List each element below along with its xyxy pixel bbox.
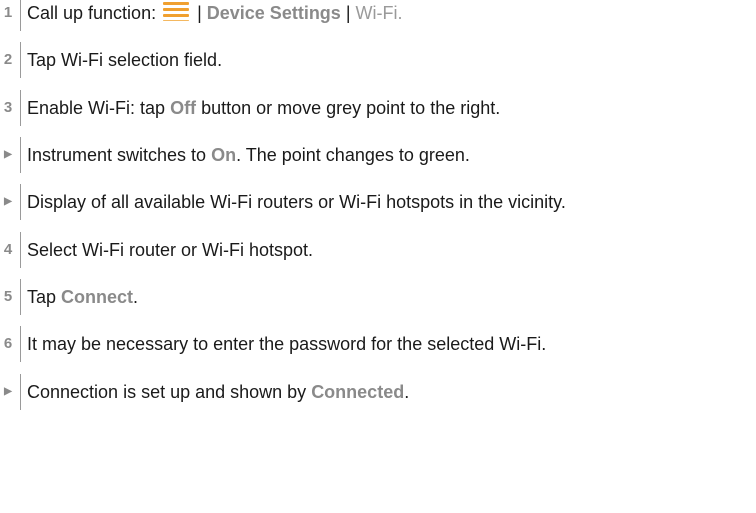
result-step: ▶ Connection is set up and shown by Conne… <box>0 373 756 411</box>
step-text-segment: . <box>404 382 410 402</box>
step-number: 6 <box>3 335 13 352</box>
step-number: 2 <box>3 51 13 68</box>
step-divider <box>20 42 21 78</box>
step-divider <box>20 232 21 268</box>
step-text: Select Wi-Fi router or Wi-Fi hotspot. <box>27 231 313 269</box>
step-text-segment: Enable Wi-Fi: tap <box>27 98 171 118</box>
instruction-step: 4 Select Wi-Fi router or Wi-Fi hotspot. <box>0 231 756 269</box>
step-text: Display of all available Wi-Fi routers o… <box>27 183 566 221</box>
step-text-segment: | <box>340 3 356 23</box>
step-number: 1 <box>3 4 13 21</box>
step-divider <box>20 90 21 126</box>
step-divider <box>20 374 21 410</box>
ui-term: Off <box>170 98 197 118</box>
ui-term: Connect <box>61 287 134 307</box>
step-number: 5 <box>3 288 13 305</box>
step-text-segment: Tap Wi-Fi selection field. <box>27 50 223 70</box>
step-divider <box>20 137 21 173</box>
result-arrow-icon: ▶ <box>4 196 12 207</box>
step-text: Enable Wi-Fi: tap Off button or move gre… <box>27 89 500 127</box>
instruction-step: 1 Call up function: | Device Settings | W… <box>0 0 756 32</box>
instruction-step: 2 Tap Wi-Fi selection field. <box>0 41 756 79</box>
step-text: Tap Connect. <box>27 278 138 316</box>
step-text-segment: | <box>192 3 207 23</box>
ui-term: On <box>211 145 237 165</box>
step-number: 3 <box>3 99 13 116</box>
step-text-segment: button or move grey point to the right. <box>196 98 501 118</box>
step-text-segment: Connection is set up and shown by <box>27 382 312 402</box>
step-divider <box>20 0 21 31</box>
result-arrow-icon: ▶ <box>4 149 12 160</box>
step-text: Connection is set up and shown by Connec… <box>27 373 409 411</box>
result-step: ▶ Display of all available Wi-Fi routers … <box>0 183 756 221</box>
step-divider <box>20 279 21 315</box>
instruction-step: 5 Tap Connect. <box>0 278 756 316</box>
step-text-segment: Select Wi-Fi router or Wi-Fi hotspot. <box>27 240 314 260</box>
instruction-steps: 1 Call up function: | Device Settings | W… <box>0 0 756 513</box>
step-text-segment: Tap <box>27 287 62 307</box>
step-text-segment: It may be necessary to enter the passwor… <box>27 334 547 354</box>
result-step: ▶ Instrument switches to On. The point ch… <box>0 136 756 174</box>
ui-term: Connected <box>311 382 405 402</box>
instruction-step: 3 Enable Wi-Fi: tap Off button or move gr… <box>0 89 756 127</box>
step-text-segment: Call up function: <box>27 3 162 23</box>
result-arrow-icon: ▶ <box>4 386 12 397</box>
step-text-segment: Instrument switches to <box>27 145 212 165</box>
instruction-step: 6 It may be necessary to enter the passwo… <box>0 325 756 363</box>
step-text: It may be necessary to enter the passwor… <box>27 325 546 363</box>
ui-term: Device Settings <box>206 3 341 23</box>
step-text: Instrument switches to On. The point cha… <box>27 136 470 174</box>
step-text: Tap Wi-Fi selection field. <box>27 41 222 79</box>
step-text-segment: Display of all available Wi-Fi routers o… <box>27 192 566 212</box>
step-divider <box>20 326 21 362</box>
step-text-segment: . <box>133 287 139 307</box>
step-divider <box>20 184 21 220</box>
ui-term: Wi-Fi. <box>355 3 403 23</box>
menu-icon <box>163 1 190 21</box>
step-number: 4 <box>3 241 13 258</box>
step-text: Call up function: | Device Settings | Wi… <box>27 0 403 32</box>
step-text-segment: . The point changes to green. <box>236 145 470 165</box>
